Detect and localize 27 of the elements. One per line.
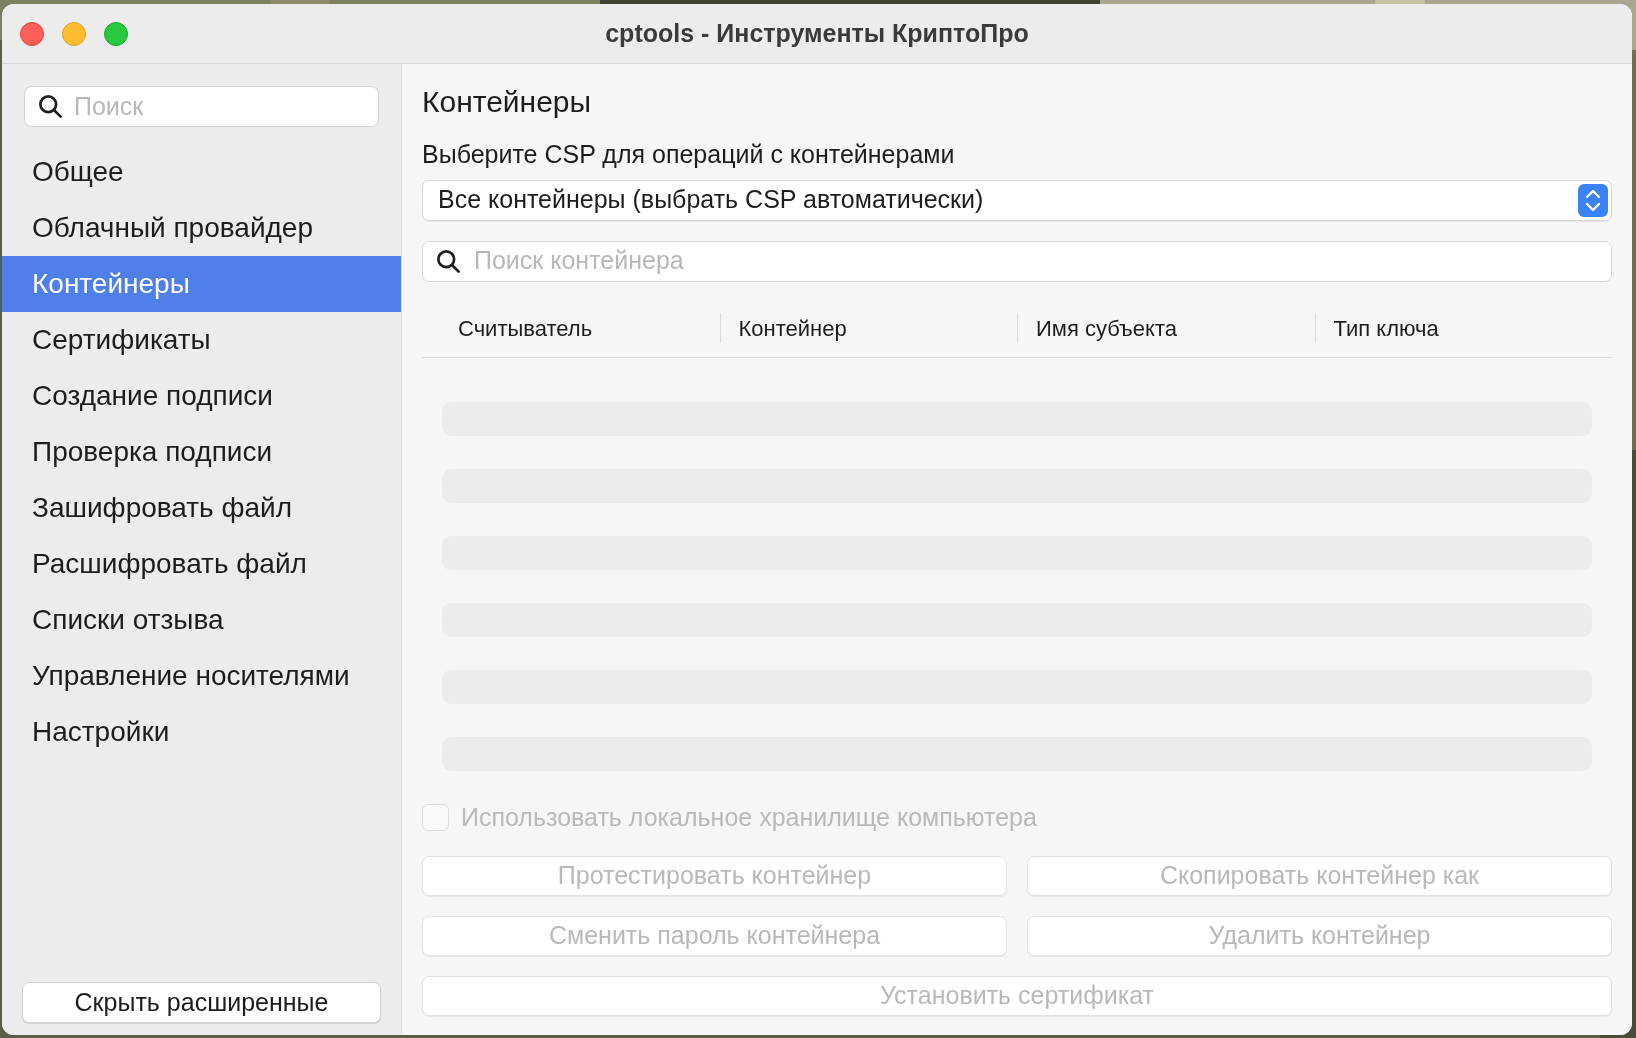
sidebar-item[interactable]: Расшифровать файл <box>2 536 401 592</box>
sidebar-item[interactable]: Зашифровать файл <box>2 480 401 536</box>
column-header[interactable]: Считыватель <box>440 311 593 345</box>
sidebar-item[interactable]: Сертификаты <box>2 312 401 368</box>
sidebar-item[interactable]: Управление носителями <box>2 648 401 704</box>
sidebar-item[interactable]: Облачный провайдер <box>2 200 401 256</box>
close-button[interactable] <box>20 21 44 46</box>
csp-label: Выберите CSP для операций с контейнерами <box>422 139 956 170</box>
sidebar-item[interactable]: Общее <box>2 144 401 200</box>
column-header[interactable]: Контейнер <box>720 311 847 345</box>
column-header[interactable]: Имя субъекта <box>1018 311 1177 345</box>
hide-advanced-button[interactable]: Скрыть расширенные <box>22 982 381 1023</box>
column-header[interactable]: Тип ключа <box>1315 311 1439 345</box>
checkbox-label: Использовать локальное хранилище компьютера <box>461 801 1037 833</box>
search-icon <box>435 247 462 275</box>
search-icon <box>37 93 64 120</box>
minimize-button[interactable] <box>62 21 86 46</box>
page-title: Контейнеры <box>422 84 593 120</box>
zoom-button[interactable] <box>104 21 128 46</box>
sidebar-item[interactable]: Настройки <box>2 704 401 760</box>
sidebar-item[interactable]: Проверка подписи <box>2 424 401 480</box>
csp-select[interactable]: Все контейнеры (выбрать CSP автоматически) <box>422 179 1612 221</box>
sidebar-item[interactable]: Контейнеры <box>2 256 401 312</box>
sidebar-item[interactable]: Создание подписи <box>2 368 401 424</box>
window-title: cptools - Инструменты КриптоПро <box>605 17 1029 49</box>
stepper-icon <box>1578 183 1608 217</box>
sidebar-item[interactable]: Списки отзыва <box>2 592 401 648</box>
